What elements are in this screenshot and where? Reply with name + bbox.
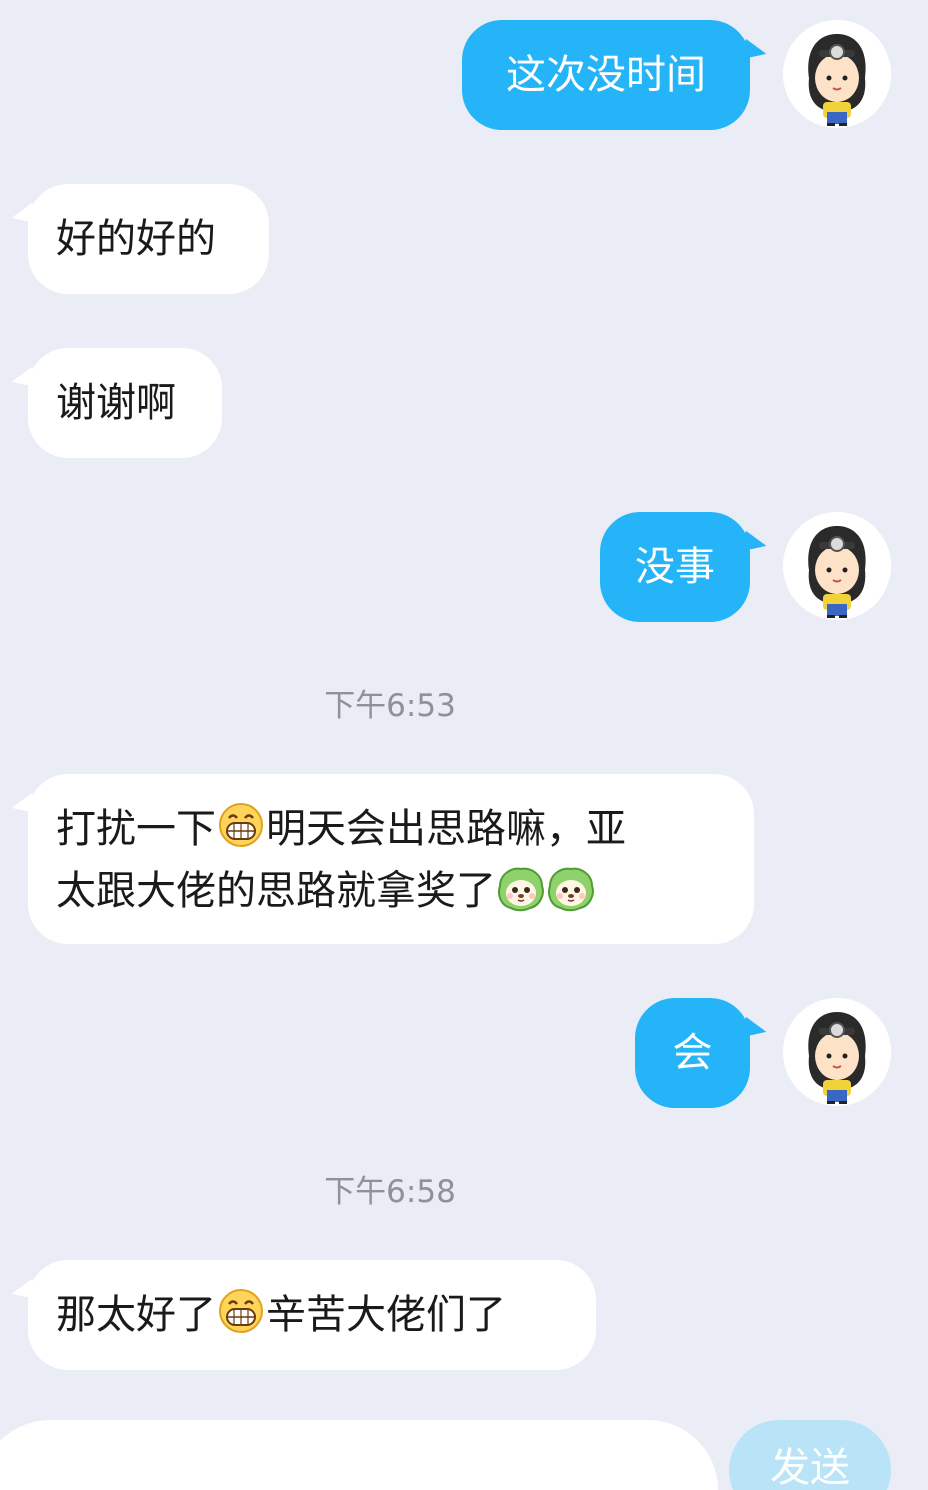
timestamp: 下午6:58 — [324, 1174, 456, 1210]
avatar[interactable] — [783, 998, 891, 1106]
message-text: 没事 — [635, 544, 715, 590]
message-input[interactable] — [0, 1420, 718, 1490]
message-text: 这次没时间 — [506, 52, 706, 98]
incoming-message-bubble[interactable]: 打扰一下 明天会出思路嘛，亚 太跟大佬的思路就拿奖了 — [28, 774, 754, 944]
incoming-message-bubble[interactable]: 好的好的 — [28, 184, 269, 294]
message-line: 太跟大佬的思路就拿奖了 — [56, 860, 726, 922]
outgoing-message-bubble[interactable]: 会 — [635, 998, 750, 1108]
message-text: 明天会出思路嘛，亚 — [266, 806, 626, 852]
avatar[interactable] — [783, 20, 891, 128]
message-text: 好的好的 — [56, 216, 216, 262]
message-line: 打扰一下 明天会出思路嘛，亚 — [56, 798, 726, 860]
cabbage-dog-sticker-icon — [546, 866, 596, 912]
grin-emoji-icon — [218, 802, 264, 848]
message-text: 辛苦大佬们了 — [266, 1292, 506, 1338]
cabbage-dog-sticker-icon — [496, 866, 546, 912]
user-avatar-icon — [783, 512, 891, 620]
incoming-message-bubble[interactable]: 谢谢啊 — [28, 348, 222, 458]
message-text: 那太好了 — [56, 1292, 216, 1338]
incoming-message-bubble[interactable]: 那太好了 辛苦大佬们了 — [28, 1260, 596, 1370]
timestamp: 下午6:53 — [324, 688, 456, 724]
user-avatar-icon — [783, 20, 891, 128]
grin-emoji-icon — [218, 1288, 264, 1334]
message-text: 谢谢啊 — [56, 380, 176, 426]
outgoing-message-bubble[interactable]: 这次没时间 — [462, 20, 750, 130]
outgoing-message-bubble[interactable]: 没事 — [600, 512, 750, 622]
user-avatar-icon — [783, 998, 891, 1106]
avatar[interactable] — [783, 512, 891, 620]
message-text: 会 — [672, 1030, 713, 1076]
message-text: 太跟大佬的思路就拿奖了 — [56, 868, 496, 914]
send-button[interactable]: 发送 — [729, 1420, 891, 1490]
message-text: 打扰一下 — [56, 806, 216, 852]
